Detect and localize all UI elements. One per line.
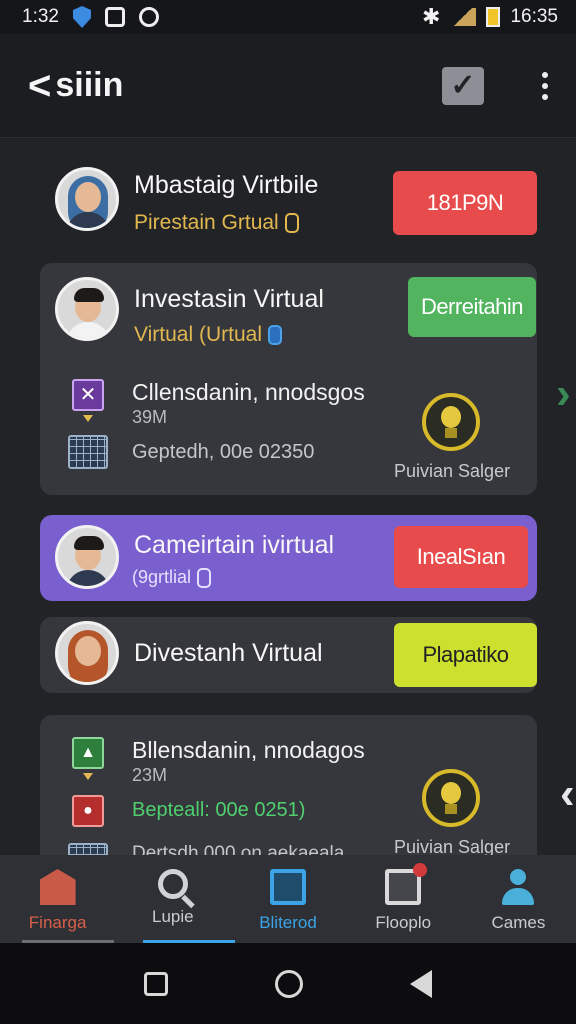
item-title: Mbastaig Virtbile — [134, 171, 319, 199]
close-icon: ✕ — [72, 379, 104, 411]
nav-label: Bliterod — [259, 913, 317, 932]
avatar — [55, 277, 119, 341]
nav-item-edit[interactable]: Bliterod — [230, 855, 345, 943]
page-title: siiin — [55, 66, 124, 104]
item-title: Divestanh Virtual — [134, 639, 323, 667]
avatar — [55, 525, 119, 589]
detail-sub: 23M — [132, 765, 168, 785]
item-title: Cameirtain ivirtual — [134, 531, 335, 559]
nav-item-profile[interactable]: Cames — [461, 855, 576, 943]
chevron-left-icon: < — [28, 63, 52, 108]
status-bar: 1:32 ✱ 16:35 — [0, 0, 576, 34]
caret-down-icon — [83, 415, 93, 422]
avatar — [55, 621, 119, 685]
item-subtitle: (9grtlial — [132, 567, 212, 589]
shield-icon — [72, 6, 91, 28]
action-button[interactable]: Derreitahin — [408, 277, 536, 337]
lightbulb-icon[interactable] — [422, 769, 480, 827]
avatar — [55, 167, 119, 231]
settings-icon: ✱ — [422, 4, 441, 29]
lightbulb-icon[interactable] — [422, 393, 480, 451]
nav-item-finance[interactable]: Finarga — [0, 855, 115, 943]
check-box-icon[interactable]: ✓ — [442, 66, 484, 105]
badge-icon — [284, 213, 299, 234]
detail-sub: 39M — [132, 407, 168, 427]
status-time-left: 1:32 — [22, 6, 59, 27]
detail-date-cut: Dertsdh 000 on aekaeala — [132, 843, 345, 855]
nav-item-search[interactable]: Lupie — [115, 855, 236, 943]
calculator-icon — [68, 843, 108, 855]
list-item[interactable]: Investasin Virtual Virtual (Urtual Derre… — [40, 263, 537, 495]
nav-label: Cames — [491, 913, 546, 932]
list-item[interactable]: ▲ Bllensdanin, nnodagos 23M ● Bepteall: … — [40, 715, 537, 855]
battery-icon — [486, 7, 501, 27]
action-button[interactable]: InealSıan — [394, 526, 528, 588]
list-item[interactable]: Cameirtain ivirtual (9grtlial InealSıan — [40, 515, 537, 601]
nav-label: Lupie — [152, 907, 194, 926]
calculator-icon — [68, 435, 108, 469]
bulb-label: Puivian Salger — [394, 837, 511, 855]
nav-label: Finarga — [28, 913, 87, 932]
system-nav — [0, 943, 576, 1024]
more-vert-icon[interactable] — [542, 71, 548, 100]
search-icon — [157, 869, 188, 899]
edit-icon — [270, 869, 306, 905]
detail-title: Cllensdanin, nnodsgos — [132, 379, 365, 405]
record-icon — [138, 7, 159, 27]
badge-icon — [268, 325, 282, 346]
item-subtitle: Pirestain Grtual — [134, 211, 299, 235]
alarm-icon: ● — [72, 795, 104, 827]
nav-item-inbox[interactable]: Flooplo — [346, 855, 461, 943]
home-icon[interactable] — [274, 969, 303, 998]
chevron-left-edge-icon: ‹ — [560, 769, 575, 818]
item-subtitle: Virtual (Urtual — [134, 323, 282, 347]
back-button[interactable]: < siiin — [28, 66, 123, 106]
bag-icon — [104, 7, 125, 27]
list-item[interactable]: Divestanh Virtual Plapatiko — [40, 617, 537, 693]
detail-date: Geptedh, 00e 02350 — [132, 441, 315, 463]
detail-date: Bepteall: 00e 0251) — [132, 799, 306, 821]
action-button[interactable]: Plapatiko — [394, 623, 537, 687]
nav-label: Flooplo — [375, 913, 432, 932]
badge-icon — [197, 568, 212, 589]
warning-icon: ▲ — [72, 737, 104, 769]
detail-title: Bllensdanin, nnodagos — [132, 737, 365, 763]
item-title: Investasin Virtual — [134, 285, 324, 313]
back-icon[interactable] — [410, 969, 433, 998]
action-button[interactable]: 181P9N — [393, 171, 537, 235]
app-bar: < siiin ✓ — [0, 34, 576, 138]
caret-down-icon — [83, 773, 93, 780]
finance-icon — [39, 869, 76, 905]
chevron-left-deco-icon: ‹ — [0, 769, 1, 819]
person-icon — [500, 869, 536, 905]
wifi-icon — [450, 8, 477, 26]
inbox-icon — [385, 863, 428, 905]
chevron-right-deco-icon: › — [556, 369, 571, 418]
status-time-right: 16:35 — [510, 6, 558, 27]
chevron-left-deco-icon: ‹ — [0, 299, 1, 349]
recent-apps-icon[interactable] — [143, 971, 168, 996]
bulb-label: Puivian Salger — [394, 461, 511, 481]
list-item[interactable]: Mbastaig Virtbile Pirestain Grtual 181P9… — [40, 159, 537, 247]
bottom-nav: Finarga Lupie Bliterod Flooplo Cames — [0, 855, 576, 943]
screen: 1:32 ✱ 16:35 < siiin ✓ ‹ ‹ › ‹ — [0, 0, 576, 1024]
content-list[interactable]: ‹ ‹ › ‹ Mbastaig Virtbile Pirestain Grtu… — [0, 139, 576, 855]
